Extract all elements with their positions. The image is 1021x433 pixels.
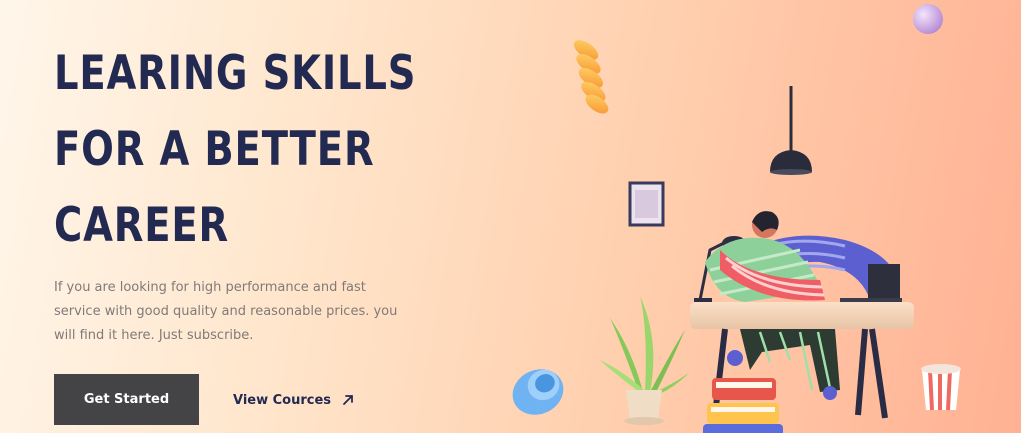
hero-illustration (512, 4, 961, 433)
floating-spiral (573, 40, 609, 114)
laptop (868, 264, 900, 302)
floating-cup (512, 369, 564, 415)
get-started-button[interactable]: Get Started (54, 374, 199, 425)
view-courses-link[interactable]: View Cources (233, 388, 355, 412)
hero-title-line-1: LEARING SKILLS (54, 46, 417, 101)
desk-top (690, 302, 914, 329)
view-courses-label: View Cources (233, 392, 332, 408)
hero-title-line-2: FOR A BETTER (54, 122, 375, 177)
floating-sphere (913, 4, 943, 34)
hero-title-line-3: CAREER (54, 198, 230, 253)
hero-description: If you are looking for high performance … (54, 280, 398, 343)
hanging-lamp (770, 150, 812, 172)
hero-title: LEARING SKILLS FOR A BETTER CAREER (54, 36, 417, 264)
striped-cup (921, 364, 961, 411)
book-stack (712, 378, 776, 400)
hero-text-block: LEARING SKILLS FOR A BETTER CAREER (54, 36, 474, 264)
potted-plant (600, 296, 690, 425)
arrow-up-right-icon (343, 395, 353, 405)
